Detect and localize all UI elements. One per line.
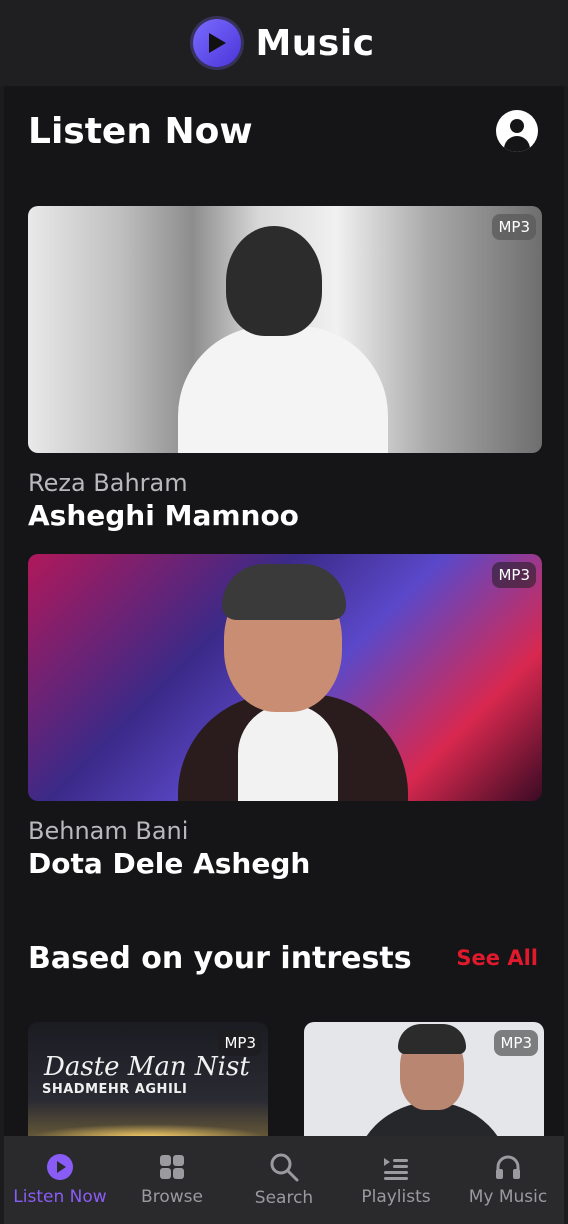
play-circle-icon — [47, 1154, 73, 1180]
song-title: Dota Dele Ashegh — [28, 847, 311, 880]
format-badge: MP3 — [494, 1030, 538, 1056]
recommended-tile[interactable]: Daste Man Nist SHADMEHR AGHILI MP3 — [28, 1022, 268, 1152]
tab-playlists[interactable]: Playlists — [340, 1136, 452, 1224]
playlist-icon — [384, 1158, 408, 1180]
format-badge: MP3 — [492, 214, 536, 240]
artist-name: Reza Bahram — [28, 469, 188, 497]
artist-name: Behnam Bani — [28, 817, 189, 845]
tab-listen-now[interactable]: Listen Now — [4, 1136, 116, 1224]
tab-label: My Music — [468, 1187, 548, 1207]
tab-browse[interactable]: Browse — [116, 1136, 228, 1224]
song-title: Asheghi Mamnoo — [28, 499, 299, 532]
tab-label: Listen Now — [13, 1187, 107, 1207]
app-header: Music — [0, 0, 568, 86]
featured-card[interactable]: MP3 Behnam Bani Dota Dele Ashegh — [28, 554, 542, 880]
account-icon[interactable] — [496, 110, 538, 152]
play-logo-icon — [193, 19, 242, 67]
tab-label: Search — [254, 1188, 314, 1208]
tab-search[interactable]: Search — [228, 1136, 340, 1224]
bottom-tab-bar: Listen Now Browse Search Playlists My Mu… — [4, 1136, 564, 1224]
cover-artist: SHADMEHR AGHILI — [42, 1082, 188, 1097]
see-all-link[interactable]: See All — [456, 946, 538, 970]
main-content[interactable]: Listen Now MP3 Reza Bahram Asheghi Mamno… — [4, 86, 564, 1224]
app-title: Music — [255, 22, 375, 64]
search-icon — [270, 1153, 299, 1182]
tab-my-music[interactable]: My Music — [452, 1136, 564, 1224]
recommended-tile[interactable]: MP3 — [304, 1022, 544, 1152]
featured-card[interactable]: MP3 Reza Bahram Asheghi Mamnoo — [28, 206, 542, 532]
format-badge: MP3 — [492, 562, 536, 588]
headphones-icon — [496, 1155, 520, 1179]
album-art-image[interactable]: MP3 — [28, 206, 542, 453]
format-badge: MP3 — [218, 1030, 262, 1056]
section-header: Based on your intrests See All — [28, 938, 538, 978]
cover-title: Daste Man Nist — [44, 1052, 250, 1082]
tab-label: Browse — [141, 1187, 203, 1207]
section-title: Based on your intrests — [28, 940, 412, 976]
page-header: Listen Now — [28, 108, 538, 154]
grid-icon — [160, 1155, 184, 1179]
album-art-image[interactable]: MP3 — [28, 554, 542, 801]
tab-label: Playlists — [361, 1187, 431, 1207]
page-title: Listen Now — [28, 110, 253, 152]
